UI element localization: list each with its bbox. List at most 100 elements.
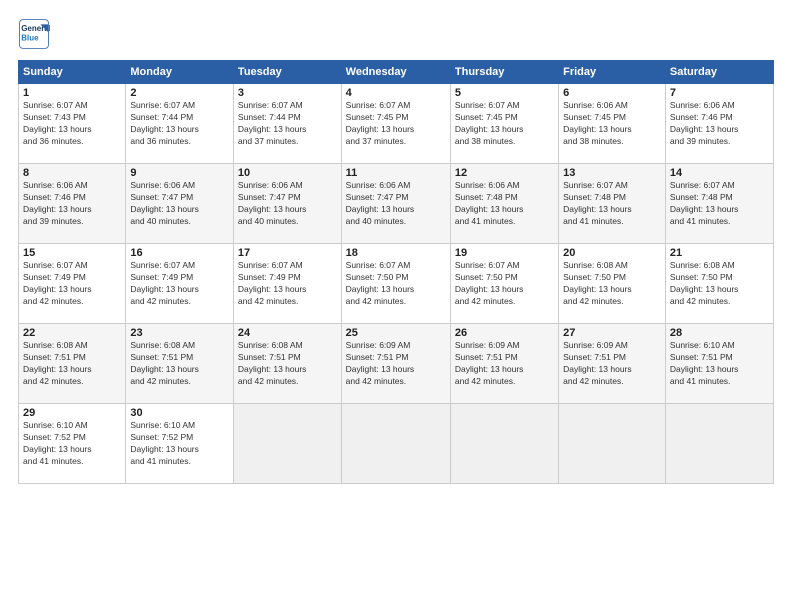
calendar-week-row: 22Sunrise: 6:08 AM Sunset: 7:51 PM Dayli… bbox=[19, 324, 774, 404]
day-info: Sunrise: 6:06 AM Sunset: 7:48 PM Dayligh… bbox=[455, 180, 554, 228]
day-number: 24 bbox=[238, 327, 337, 339]
header-monday: Monday bbox=[126, 61, 234, 84]
calendar-week-row: 15Sunrise: 6:07 AM Sunset: 7:49 PM Dayli… bbox=[19, 244, 774, 324]
calendar-cell: 27Sunrise: 6:09 AM Sunset: 7:51 PM Dayli… bbox=[559, 324, 666, 404]
day-info: Sunrise: 6:10 AM Sunset: 7:52 PM Dayligh… bbox=[23, 420, 121, 468]
day-info: Sunrise: 6:08 AM Sunset: 7:50 PM Dayligh… bbox=[563, 260, 661, 308]
day-info: Sunrise: 6:07 AM Sunset: 7:49 PM Dayligh… bbox=[130, 260, 229, 308]
day-info: Sunrise: 6:07 AM Sunset: 7:49 PM Dayligh… bbox=[238, 260, 337, 308]
calendar-cell: 11Sunrise: 6:06 AM Sunset: 7:47 PM Dayli… bbox=[341, 164, 450, 244]
calendar-cell: 23Sunrise: 6:08 AM Sunset: 7:51 PM Dayli… bbox=[126, 324, 234, 404]
calendar-cell: 10Sunrise: 6:06 AM Sunset: 7:47 PM Dayli… bbox=[233, 164, 341, 244]
calendar-cell: 21Sunrise: 6:08 AM Sunset: 7:50 PM Dayli… bbox=[665, 244, 773, 324]
day-number: 16 bbox=[130, 247, 229, 259]
day-number: 27 bbox=[563, 327, 661, 339]
day-info: Sunrise: 6:07 AM Sunset: 7:48 PM Dayligh… bbox=[670, 180, 769, 228]
day-number: 5 bbox=[455, 87, 554, 99]
day-number: 4 bbox=[346, 87, 446, 99]
calendar-cell: 15Sunrise: 6:07 AM Sunset: 7:49 PM Dayli… bbox=[19, 244, 126, 324]
header-thursday: Thursday bbox=[450, 61, 558, 84]
day-info: Sunrise: 6:07 AM Sunset: 7:50 PM Dayligh… bbox=[346, 260, 446, 308]
calendar-cell bbox=[559, 404, 666, 484]
calendar-cell: 19Sunrise: 6:07 AM Sunset: 7:50 PM Dayli… bbox=[450, 244, 558, 324]
day-number: 8 bbox=[23, 167, 121, 179]
header: General Blue bbox=[18, 18, 774, 50]
day-info: Sunrise: 6:09 AM Sunset: 7:51 PM Dayligh… bbox=[563, 340, 661, 388]
day-number: 17 bbox=[238, 247, 337, 259]
day-number: 21 bbox=[670, 247, 769, 259]
day-number: 3 bbox=[238, 87, 337, 99]
day-number: 7 bbox=[670, 87, 769, 99]
day-info: Sunrise: 6:07 AM Sunset: 7:49 PM Dayligh… bbox=[23, 260, 121, 308]
day-number: 15 bbox=[23, 247, 121, 259]
calendar-cell: 16Sunrise: 6:07 AM Sunset: 7:49 PM Dayli… bbox=[126, 244, 234, 324]
day-info: Sunrise: 6:08 AM Sunset: 7:51 PM Dayligh… bbox=[130, 340, 229, 388]
calendar-cell: 24Sunrise: 6:08 AM Sunset: 7:51 PM Dayli… bbox=[233, 324, 341, 404]
calendar-table: SundayMondayTuesdayWednesdayThursdayFrid… bbox=[18, 60, 774, 484]
day-info: Sunrise: 6:07 AM Sunset: 7:45 PM Dayligh… bbox=[455, 100, 554, 148]
calendar-cell: 2Sunrise: 6:07 AM Sunset: 7:44 PM Daylig… bbox=[126, 84, 234, 164]
day-number: 22 bbox=[23, 327, 121, 339]
calendar-cell: 20Sunrise: 6:08 AM Sunset: 7:50 PM Dayli… bbox=[559, 244, 666, 324]
day-number: 26 bbox=[455, 327, 554, 339]
day-number: 18 bbox=[346, 247, 446, 259]
calendar-cell: 22Sunrise: 6:08 AM Sunset: 7:51 PM Dayli… bbox=[19, 324, 126, 404]
calendar-page: General Blue SundayMondayTuesdayWednesda… bbox=[0, 0, 792, 612]
day-info: Sunrise: 6:06 AM Sunset: 7:46 PM Dayligh… bbox=[23, 180, 121, 228]
day-info: Sunrise: 6:06 AM Sunset: 7:47 PM Dayligh… bbox=[130, 180, 229, 228]
day-number: 12 bbox=[455, 167, 554, 179]
header-sunday: Sunday bbox=[19, 61, 126, 84]
day-info: Sunrise: 6:10 AM Sunset: 7:51 PM Dayligh… bbox=[670, 340, 769, 388]
calendar-week-row: 8Sunrise: 6:06 AM Sunset: 7:46 PM Daylig… bbox=[19, 164, 774, 244]
day-info: Sunrise: 6:06 AM Sunset: 7:47 PM Dayligh… bbox=[346, 180, 446, 228]
calendar-week-row: 29Sunrise: 6:10 AM Sunset: 7:52 PM Dayli… bbox=[19, 404, 774, 484]
calendar-cell: 8Sunrise: 6:06 AM Sunset: 7:46 PM Daylig… bbox=[19, 164, 126, 244]
calendar-cell: 3Sunrise: 6:07 AM Sunset: 7:44 PM Daylig… bbox=[233, 84, 341, 164]
calendar-cell: 7Sunrise: 6:06 AM Sunset: 7:46 PM Daylig… bbox=[665, 84, 773, 164]
day-info: Sunrise: 6:08 AM Sunset: 7:50 PM Dayligh… bbox=[670, 260, 769, 308]
day-number: 13 bbox=[563, 167, 661, 179]
day-info: Sunrise: 6:10 AM Sunset: 7:52 PM Dayligh… bbox=[130, 420, 229, 468]
calendar-cell: 12Sunrise: 6:06 AM Sunset: 7:48 PM Dayli… bbox=[450, 164, 558, 244]
svg-text:Blue: Blue bbox=[21, 33, 39, 42]
calendar-cell: 30Sunrise: 6:10 AM Sunset: 7:52 PM Dayli… bbox=[126, 404, 234, 484]
calendar-week-row: 1Sunrise: 6:07 AM Sunset: 7:43 PM Daylig… bbox=[19, 84, 774, 164]
calendar-cell: 18Sunrise: 6:07 AM Sunset: 7:50 PM Dayli… bbox=[341, 244, 450, 324]
calendar-cell: 29Sunrise: 6:10 AM Sunset: 7:52 PM Dayli… bbox=[19, 404, 126, 484]
day-info: Sunrise: 6:06 AM Sunset: 7:46 PM Dayligh… bbox=[670, 100, 769, 148]
day-number: 23 bbox=[130, 327, 229, 339]
header-friday: Friday bbox=[559, 61, 666, 84]
calendar-cell bbox=[341, 404, 450, 484]
calendar-cell: 25Sunrise: 6:09 AM Sunset: 7:51 PM Dayli… bbox=[341, 324, 450, 404]
calendar-cell bbox=[233, 404, 341, 484]
calendar-cell: 4Sunrise: 6:07 AM Sunset: 7:45 PM Daylig… bbox=[341, 84, 450, 164]
calendar-cell bbox=[450, 404, 558, 484]
day-info: Sunrise: 6:08 AM Sunset: 7:51 PM Dayligh… bbox=[23, 340, 121, 388]
header-saturday: Saturday bbox=[665, 61, 773, 84]
day-info: Sunrise: 6:07 AM Sunset: 7:48 PM Dayligh… bbox=[563, 180, 661, 228]
day-info: Sunrise: 6:09 AM Sunset: 7:51 PM Dayligh… bbox=[346, 340, 446, 388]
day-number: 11 bbox=[346, 167, 446, 179]
day-number: 10 bbox=[238, 167, 337, 179]
day-info: Sunrise: 6:08 AM Sunset: 7:51 PM Dayligh… bbox=[238, 340, 337, 388]
day-number: 14 bbox=[670, 167, 769, 179]
header-wednesday: Wednesday bbox=[341, 61, 450, 84]
logo: General Blue bbox=[18, 18, 54, 50]
day-number: 1 bbox=[23, 87, 121, 99]
day-info: Sunrise: 6:09 AM Sunset: 7:51 PM Dayligh… bbox=[455, 340, 554, 388]
day-info: Sunrise: 6:07 AM Sunset: 7:45 PM Dayligh… bbox=[346, 100, 446, 148]
day-info: Sunrise: 6:07 AM Sunset: 7:43 PM Dayligh… bbox=[23, 100, 121, 148]
day-number: 20 bbox=[563, 247, 661, 259]
header-tuesday: Tuesday bbox=[233, 61, 341, 84]
calendar-header-row: SundayMondayTuesdayWednesdayThursdayFrid… bbox=[19, 61, 774, 84]
calendar-cell: 6Sunrise: 6:06 AM Sunset: 7:45 PM Daylig… bbox=[559, 84, 666, 164]
calendar-cell: 26Sunrise: 6:09 AM Sunset: 7:51 PM Dayli… bbox=[450, 324, 558, 404]
day-number: 28 bbox=[670, 327, 769, 339]
day-number: 29 bbox=[23, 407, 121, 419]
day-info: Sunrise: 6:07 AM Sunset: 7:44 PM Dayligh… bbox=[130, 100, 229, 148]
calendar-cell: 1Sunrise: 6:07 AM Sunset: 7:43 PM Daylig… bbox=[19, 84, 126, 164]
day-number: 6 bbox=[563, 87, 661, 99]
day-info: Sunrise: 6:07 AM Sunset: 7:50 PM Dayligh… bbox=[455, 260, 554, 308]
calendar-cell bbox=[665, 404, 773, 484]
day-info: Sunrise: 6:07 AM Sunset: 7:44 PM Dayligh… bbox=[238, 100, 337, 148]
